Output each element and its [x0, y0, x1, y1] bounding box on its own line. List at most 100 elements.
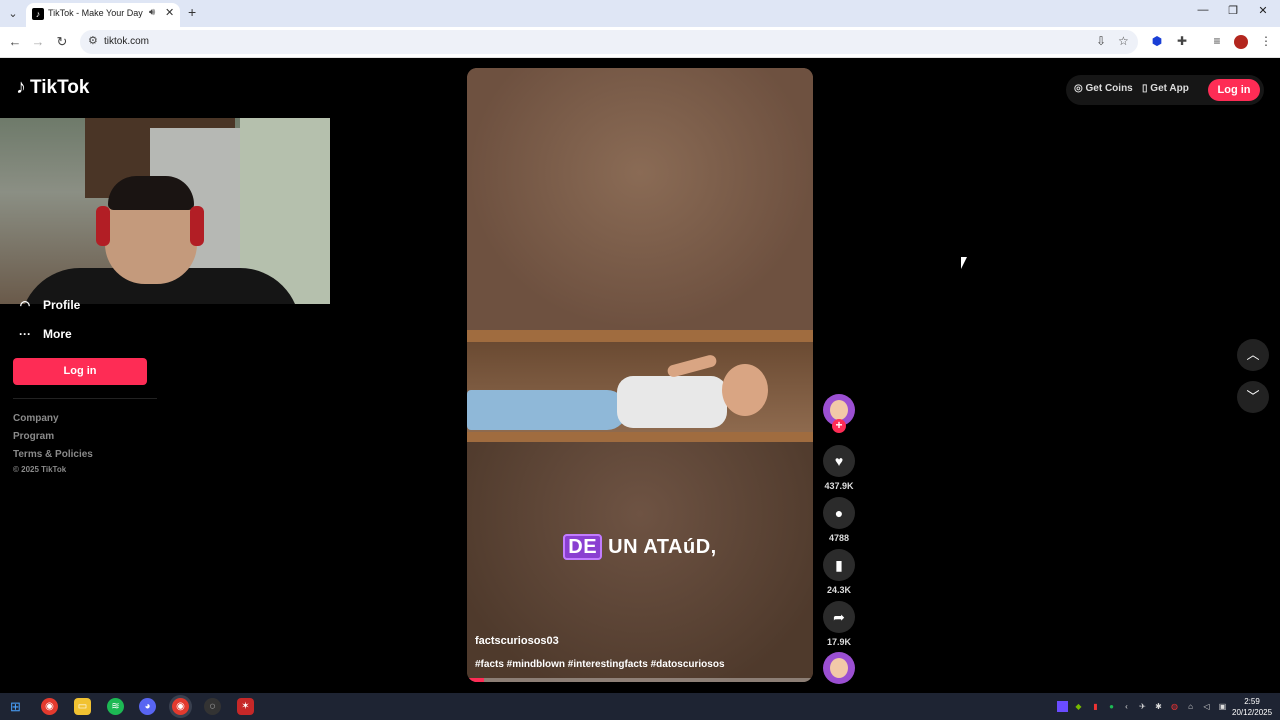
- chevron-down-icon: ﹀: [1246, 389, 1260, 404]
- chrome-icon[interactable]: ◉: [41, 698, 58, 715]
- avatar-face: [830, 658, 848, 678]
- obs-icon[interactable]: ◌: [204, 698, 221, 715]
- tiktok-logo[interactable]: ♪ TikTok: [16, 76, 89, 99]
- clock-date: 20/12/2025: [1232, 708, 1273, 717]
- previous-video-button[interactable]: ︿: [1237, 339, 1269, 371]
- install-app-icon[interactable]: ⇩: [1096, 34, 1106, 48]
- caption-highlight: DE: [563, 534, 603, 560]
- share-icon: ➦: [833, 609, 845, 625]
- sidebar-item-more[interactable]: ··· More: [18, 327, 72, 341]
- person-legs: [467, 390, 627, 430]
- video-coffin: [467, 330, 813, 442]
- share-count: 17.9K: [826, 637, 852, 647]
- profile-avatar-icon[interactable]: [1234, 35, 1248, 49]
- browser-toolbar: ← → ↻ ⚙ tiktok.com ⇩ ☆ ⬢ ✚ ≡ ⋮: [0, 27, 1280, 58]
- address-bar[interactable]: ⚙ tiktok.com ⇩ ☆: [80, 30, 1138, 54]
- header-login-button[interactable]: Log in: [1208, 79, 1260, 101]
- tiktok-note-icon: ♪: [16, 76, 26, 98]
- comment-button[interactable]: ●: [823, 497, 855, 529]
- copyright-text: © 2025 TikTok: [13, 465, 67, 474]
- person-head: [722, 364, 768, 416]
- speaker-icon[interactable]: 🔊︎: [149, 7, 155, 18]
- tab-search-icon[interactable]: ⌄: [4, 5, 22, 23]
- tiktok-favicon-icon: ♪: [32, 8, 44, 20]
- tiktok-page: ♪ TikTok ◠ Profile ··· More Log in Compa…: [0, 58, 1280, 693]
- settings-tray-icon[interactable]: ✱: [1153, 701, 1164, 712]
- kebab-menu-icon[interactable]: ⋮: [1258, 33, 1274, 49]
- get-app-button[interactable]: ▯ Get App: [1142, 83, 1189, 94]
- coffin-base: [467, 432, 813, 442]
- cam-headset-left: [96, 206, 110, 246]
- next-video-button[interactable]: ﹀: [1237, 381, 1269, 413]
- file-explorer-icon[interactable]: ▭: [74, 698, 91, 715]
- coffin-lid: [467, 330, 813, 342]
- close-icon[interactable]: ✕: [165, 6, 174, 19]
- tab-title: TikTok - Make Your Day: [48, 8, 143, 18]
- tab-tiktok[interactable]: ♪ TikTok - Make Your Day 🔊︎ ✕: [26, 3, 180, 27]
- save-button[interactable]: ▮: [823, 549, 855, 581]
- steam-icon[interactable]: ✈: [1137, 701, 1148, 712]
- heart-icon: ♥: [834, 453, 844, 469]
- wifi-icon[interactable]: ⌂: [1185, 701, 1196, 712]
- bookmark-icon: ▮: [835, 557, 843, 573]
- nvidia-icon[interactable]: ◆: [1073, 701, 1084, 712]
- get-coins-label: Get Coins: [1085, 83, 1133, 94]
- extensions-puzzle-icon[interactable]: ✚: [1174, 33, 1190, 49]
- mouse-cursor-icon: [961, 257, 967, 269]
- phone-icon: ▯: [1142, 83, 1148, 94]
- get-coins-button[interactable]: ◎ Get Coins: [1074, 83, 1133, 94]
- sidebar-login-button[interactable]: Log in: [13, 358, 147, 385]
- windows-taskbar: ⊞ ◉ ▭ ≋ ◕ ◉ ◌ ✶ ◆ ▮ ● ‹ ✈ ✱ ◍ ⌂ ◁ ▣ 2:59…: [0, 693, 1280, 720]
- windows-start-icon[interactable]: ⊞: [7, 698, 24, 715]
- chrome-active-icon[interactable]: ◉: [172, 698, 189, 715]
- video-progress-bar[interactable]: [467, 678, 813, 682]
- shield-extension-icon[interactable]: ⬢: [1149, 33, 1165, 49]
- video-progress-fill: [467, 678, 485, 682]
- media-control-icon[interactable]: ≡: [1209, 33, 1225, 49]
- comment-icon: ●: [834, 505, 844, 521]
- tray-red-icon[interactable]: ▮: [1090, 701, 1101, 712]
- sidebar-item-profile[interactable]: ◠ Profile: [18, 298, 81, 312]
- minimize-button[interactable]: —: [1188, 4, 1218, 16]
- video-author[interactable]: factscuriosos03: [475, 635, 559, 647]
- footer-link-terms[interactable]: Terms & Policies: [13, 449, 93, 460]
- comment-count: 4788: [828, 533, 850, 543]
- app-icon[interactable]: ✶: [237, 698, 254, 715]
- chevron-up-icon: ︿: [1246, 347, 1260, 362]
- url-text[interactable]: tiktok.com: [104, 36, 149, 47]
- bookmark-star-icon[interactable]: ☆: [1118, 34, 1129, 48]
- reload-icon[interactable]: ↻: [53, 34, 71, 50]
- discord-icon[interactable]: ◕: [139, 698, 156, 715]
- music-disc-avatar[interactable]: [823, 652, 855, 684]
- sidebar-item-label: Profile: [43, 298, 81, 312]
- restore-button[interactable]: ❐: [1218, 4, 1248, 17]
- video-player[interactable]: DE UN ATAúD, factscuriosos03 #facts #min…: [467, 68, 813, 682]
- footer-link-program[interactable]: Program: [13, 431, 54, 442]
- follow-plus-icon[interactable]: +: [832, 419, 846, 433]
- tray-app-icon[interactable]: [1057, 701, 1068, 712]
- back-icon[interactable]: ←: [6, 34, 24, 49]
- cam-headset-right: [190, 206, 204, 246]
- tray-record-icon[interactable]: ◍: [1169, 701, 1180, 712]
- person-shirt: [617, 376, 727, 428]
- sidebar-item-label: More: [43, 327, 72, 341]
- window-close-button[interactable]: ✕: [1248, 4, 1278, 17]
- forward-icon[interactable]: →: [29, 34, 47, 49]
- video-hashtags[interactable]: #facts #mindblown #interestingfacts #dat…: [475, 659, 725, 670]
- video-caption: DE UN ATAúD,: [467, 534, 813, 560]
- cam-hair: [108, 176, 194, 210]
- volume-icon[interactable]: ◁: [1201, 701, 1212, 712]
- sidebar-divider: [13, 398, 157, 399]
- system-clock[interactable]: 2:59 20/12/2025: [1232, 696, 1272, 718]
- spotify-icon[interactable]: ≋: [107, 698, 124, 715]
- tray-arrow-icon[interactable]: ‹: [1121, 701, 1132, 712]
- like-button[interactable]: ♥: [823, 445, 855, 477]
- spotify-tray-icon[interactable]: ●: [1106, 701, 1117, 712]
- new-tab-button[interactable]: +: [188, 4, 196, 20]
- caption-rest: UN ATAúD,: [602, 536, 717, 558]
- coffin-inner: [467, 342, 813, 432]
- site-info-icon[interactable]: ⚙: [88, 34, 98, 47]
- share-button[interactable]: ➦: [823, 601, 855, 633]
- footer-link-company[interactable]: Company: [13, 413, 59, 424]
- notification-icon[interactable]: ▣: [1217, 701, 1228, 712]
